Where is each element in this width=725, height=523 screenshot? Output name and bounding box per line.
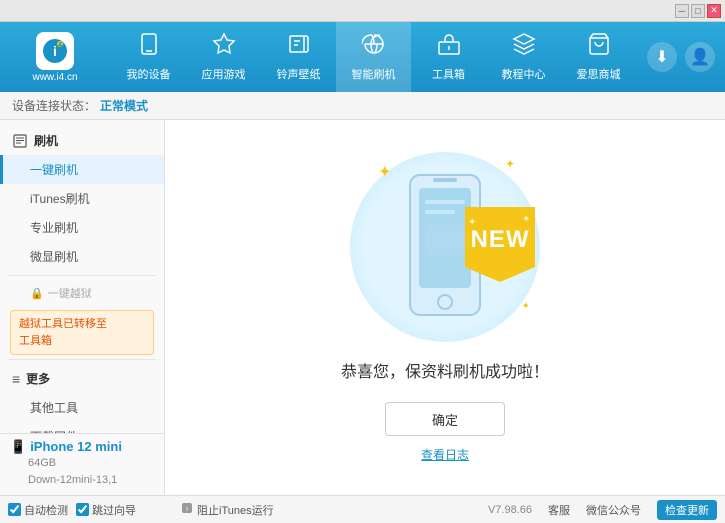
confirm-button[interactable]: 确定 <box>385 402 505 436</box>
itunes-bar-section: i 阻止iTunes运行 <box>173 502 274 518</box>
nav-tutorial[interactable]: 教程中心 <box>486 22 561 92</box>
maximize-btn[interactable]: □ <box>691 4 705 18</box>
version-text: V7.98.66 <box>488 504 532 516</box>
flash-section-icon <box>12 133 28 149</box>
tutorial-icon <box>512 32 536 62</box>
title-bar: ─ □ ✕ <box>0 0 725 22</box>
success-illustration: ✦ ✦ ✦ NEW ✦ ✦ <box>340 152 550 342</box>
skip-wizard-label: 跳过向导 <box>92 502 136 518</box>
itunes-flash-label: iTunes刷机 <box>30 190 90 207</box>
new-ribbon: NEW ✦ ✦ <box>460 207 540 285</box>
device-version: Down-12mini-13,1 <box>28 472 154 490</box>
lock-icon: 🔒 <box>30 287 44 300</box>
download-btn[interactable]: ⬇ <box>647 42 677 72</box>
content-area: ✦ ✦ ✦ NEW ✦ ✦ 恭喜您，保资料刷机成功啦！ 确定 查看日志 <box>165 120 725 495</box>
itunes-label: 阻止iTunes运行 <box>197 502 274 518</box>
nav-shop-label: 爱思商城 <box>577 66 621 82</box>
account-btn[interactable]: 👤 <box>685 42 715 72</box>
flash-section-label: 刷机 <box>34 132 58 149</box>
sidebar-item-itunes-flash[interactable]: iTunes刷机 <box>0 184 164 213</box>
micro-flash-label: 微显刷机 <box>30 248 78 265</box>
sidebar-section-more: ≡ 更多 <box>0 364 164 393</box>
sidebar-item-download-firmware[interactable]: 下载固件 <box>0 422 164 433</box>
nav-items: 我的设备 应用游戏 铃声壁纸 <box>100 22 647 92</box>
itunes-icon: i <box>181 502 193 517</box>
main-layout: 刷机 一键刷机 iTunes刷机 专业刷机 微显刷机 🔒 一键越狱 越狱工具已转… <box>0 120 725 495</box>
phone-icon: 📱 <box>10 439 26 455</box>
onekey-flash-label: 一键刷机 <box>30 161 78 178</box>
more-icon: ≡ <box>12 371 20 387</box>
more-section-label: 更多 <box>26 370 50 387</box>
sidebar-section-flash: 刷机 <box>0 126 164 155</box>
auto-detect-label: 自动检测 <box>24 502 68 518</box>
auto-detect-checkbox[interactable]: 自动检测 <box>8 502 68 518</box>
shop-icon <box>587 32 611 62</box>
toolbox-icon <box>437 32 461 62</box>
svg-text:NEW: NEW <box>471 226 530 253</box>
nav-right-controls: ⬇ 👤 <box>647 42 715 72</box>
nav-toolbox[interactable]: 工具箱 <box>411 22 486 92</box>
nav-tutorial-label: 教程中心 <box>502 66 546 82</box>
nav-toolbox-label: 工具箱 <box>432 66 465 82</box>
nav-ringtones[interactable]: 铃声壁纸 <box>261 22 336 92</box>
other-tools-label: 其他工具 <box>30 399 78 416</box>
svg-text:✦: ✦ <box>468 217 476 228</box>
bottom-right: V7.98.66 客服 微信公众号 检查更新 <box>274 500 717 520</box>
check-update-btn[interactable]: 检查更新 <box>657 500 717 520</box>
bottom-bar: 自动检测 跳过向导 i 阻止iTunes运行 V7.98.66 客服 微信公众号… <box>0 495 725 523</box>
sparkle-right: ✦ <box>505 157 515 171</box>
status-value: 正常模式 <box>100 97 148 114</box>
customer-service-link[interactable]: 客服 <box>548 502 570 518</box>
apps-games-icon <box>212 32 236 62</box>
sidebar-locked-jailbreak: 🔒 一键越狱 <box>0 280 164 306</box>
sidebar-info-box: 越狱工具已转移至工具箱 <box>10 310 154 355</box>
svg-text:✦: ✦ <box>522 214 530 225</box>
sparkle-bottom: ✦ <box>522 301 530 312</box>
nav-smart-flash-label: 智能刷机 <box>352 66 396 82</box>
sparkle-left: ✦ <box>378 162 391 182</box>
logo-url: www.i4.cn <box>32 72 77 83</box>
skip-wizard-checkbox[interactable]: 跳过向导 <box>76 502 136 518</box>
logo-area: i 4 www.i4.cn <box>10 32 100 83</box>
nav-apps-games[interactable]: 应用游戏 <box>186 22 261 92</box>
device-details: 64GB Down-12mini-13,1 <box>10 455 154 490</box>
skip-wizard-input[interactable] <box>76 503 89 516</box>
logo-icon: i 4 <box>36 32 74 70</box>
nav-smart-flash[interactable]: 智能刷机 <box>336 22 411 92</box>
minimize-btn[interactable]: ─ <box>675 4 689 18</box>
nav-ringtones-label: 铃声壁纸 <box>277 66 321 82</box>
sidebar-divider-1 <box>8 275 156 276</box>
bottom-left: 自动检测 跳过向导 <box>8 502 173 518</box>
my-device-icon <box>137 32 161 62</box>
sidebar-item-onekey-flash[interactable]: 一键刷机 <box>0 155 164 184</box>
svg-text:i: i <box>53 43 57 59</box>
wechat-link[interactable]: 微信公众号 <box>586 502 641 518</box>
auto-detect-input[interactable] <box>8 503 21 516</box>
jailbreak-section-label: 一键越狱 <box>48 285 92 301</box>
sidebar-wrapper: 刷机 一键刷机 iTunes刷机 专业刷机 微显刷机 🔒 一键越狱 越狱工具已转… <box>0 120 165 495</box>
sidebar-scroll: 刷机 一键刷机 iTunes刷机 专业刷机 微显刷机 🔒 一键越狱 越狱工具已转… <box>0 120 164 433</box>
device-storage: 64GB <box>28 455 154 473</box>
nav-apps-label: 应用游戏 <box>202 66 246 82</box>
top-nav: i 4 www.i4.cn 我的设备 应用游戏 <box>0 22 725 92</box>
ringtones-icon <box>287 32 311 62</box>
pro-flash-label: 专业刷机 <box>30 219 78 236</box>
svg-text:4: 4 <box>58 42 62 49</box>
window-controls: ─ □ ✕ <box>675 4 721 18</box>
success-message: 恭喜您，保资料刷机成功啦！ <box>341 358 549 382</box>
close-btn[interactable]: ✕ <box>707 4 721 18</box>
nav-my-device[interactable]: 我的设备 <box>111 22 186 92</box>
sidebar-info-text: 越狱工具已转移至工具箱 <box>19 318 107 347</box>
sidebar-item-micro-flash[interactable]: 微显刷机 <box>0 242 164 271</box>
device-name: 📱 iPhone 12 mini <box>10 439 154 455</box>
sidebar-item-pro-flash[interactable]: 专业刷机 <box>0 213 164 242</box>
cancel-link[interactable]: 查看日志 <box>421 446 469 463</box>
status-label: 设备连接状态： <box>12 97 96 114</box>
sidebar-divider-2 <box>8 359 156 360</box>
status-bar: 设备连接状态： 正常模式 <box>0 92 725 120</box>
nav-my-device-label: 我的设备 <box>127 66 171 82</box>
sidebar-item-other-tools[interactable]: 其他工具 <box>0 393 164 422</box>
smart-flash-icon <box>362 32 386 62</box>
nav-shop[interactable]: 爱思商城 <box>561 22 636 92</box>
